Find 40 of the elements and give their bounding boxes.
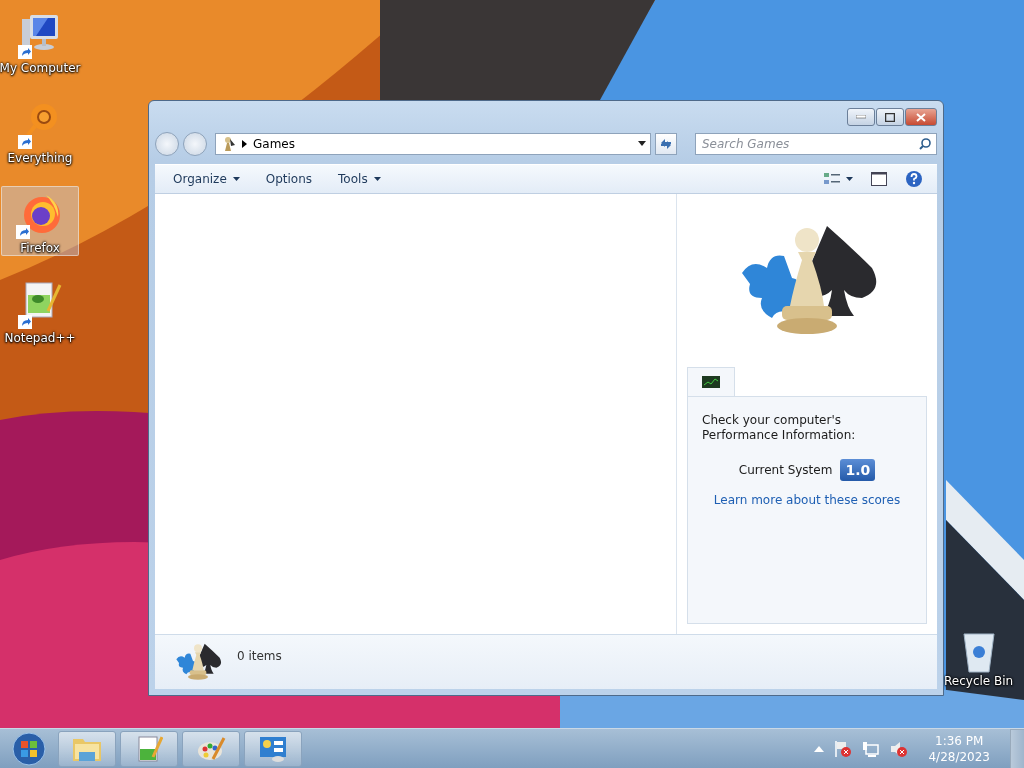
- score-label: Current System: [738, 462, 833, 477]
- network-icon[interactable]: [862, 739, 881, 758]
- show-hidden-icons-button[interactable]: [814, 745, 825, 752]
- volume-muted-icon[interactable]: [890, 739, 909, 758]
- toolbar-menu[interactable]: Organize: [163, 167, 250, 190]
- caret-icon: [846, 176, 853, 181]
- desktop-icon[interactable]: Notepad++: [1, 276, 79, 346]
- minimize-icon: [856, 115, 866, 119]
- search-icon[interactable]: [919, 137, 931, 150]
- minimize-button[interactable]: [847, 108, 875, 126]
- maximize-icon: [885, 112, 895, 122]
- close-button[interactable]: [905, 108, 937, 126]
- taskbar-app-button[interactable]: [120, 730, 178, 767]
- notepad-icon: [135, 734, 163, 763]
- pane-icon: [871, 171, 887, 186]
- chevron-icon: [242, 139, 247, 148]
- recycle-bin-icon[interactable]: [960, 630, 997, 674]
- help-icon: [905, 169, 923, 188]
- address-bar[interactable]: Games: [215, 132, 651, 155]
- toolbar-menu[interactable]: Options: [255, 167, 323, 190]
- maximize-button[interactable]: [876, 108, 904, 126]
- view-list-icon: [824, 171, 840, 186]
- performance-message: Check your computer's Performance Information:: [702, 412, 857, 443]
- windows-logo: [11, 730, 47, 767]
- refresh-button[interactable]: [655, 132, 677, 155]
- close-icon: [916, 112, 926, 122]
- item-count: 0 items: [237, 648, 282, 663]
- score-badge: 1.0: [840, 458, 876, 481]
- up-arrow-icon: [814, 745, 825, 752]
- breadcrumb[interactable]: Games: [253, 136, 295, 151]
- dropdown-icon: [638, 141, 646, 147]
- taskbar-app-button[interactable]: [182, 730, 240, 767]
- control-panel-icon: [258, 734, 288, 763]
- learn-more-link[interactable]: Learn more about these scores: [713, 492, 901, 507]
- search-field[interactable]: Search Games: [695, 132, 937, 155]
- toolbar-menu[interactable]: Tools: [328, 167, 391, 190]
- taskbar-app-button[interactable]: [244, 730, 302, 767]
- monitor-icon: [702, 375, 720, 388]
- performance-tab[interactable]: [687, 366, 735, 396]
- flag-icon[interactable]: [834, 739, 853, 758]
